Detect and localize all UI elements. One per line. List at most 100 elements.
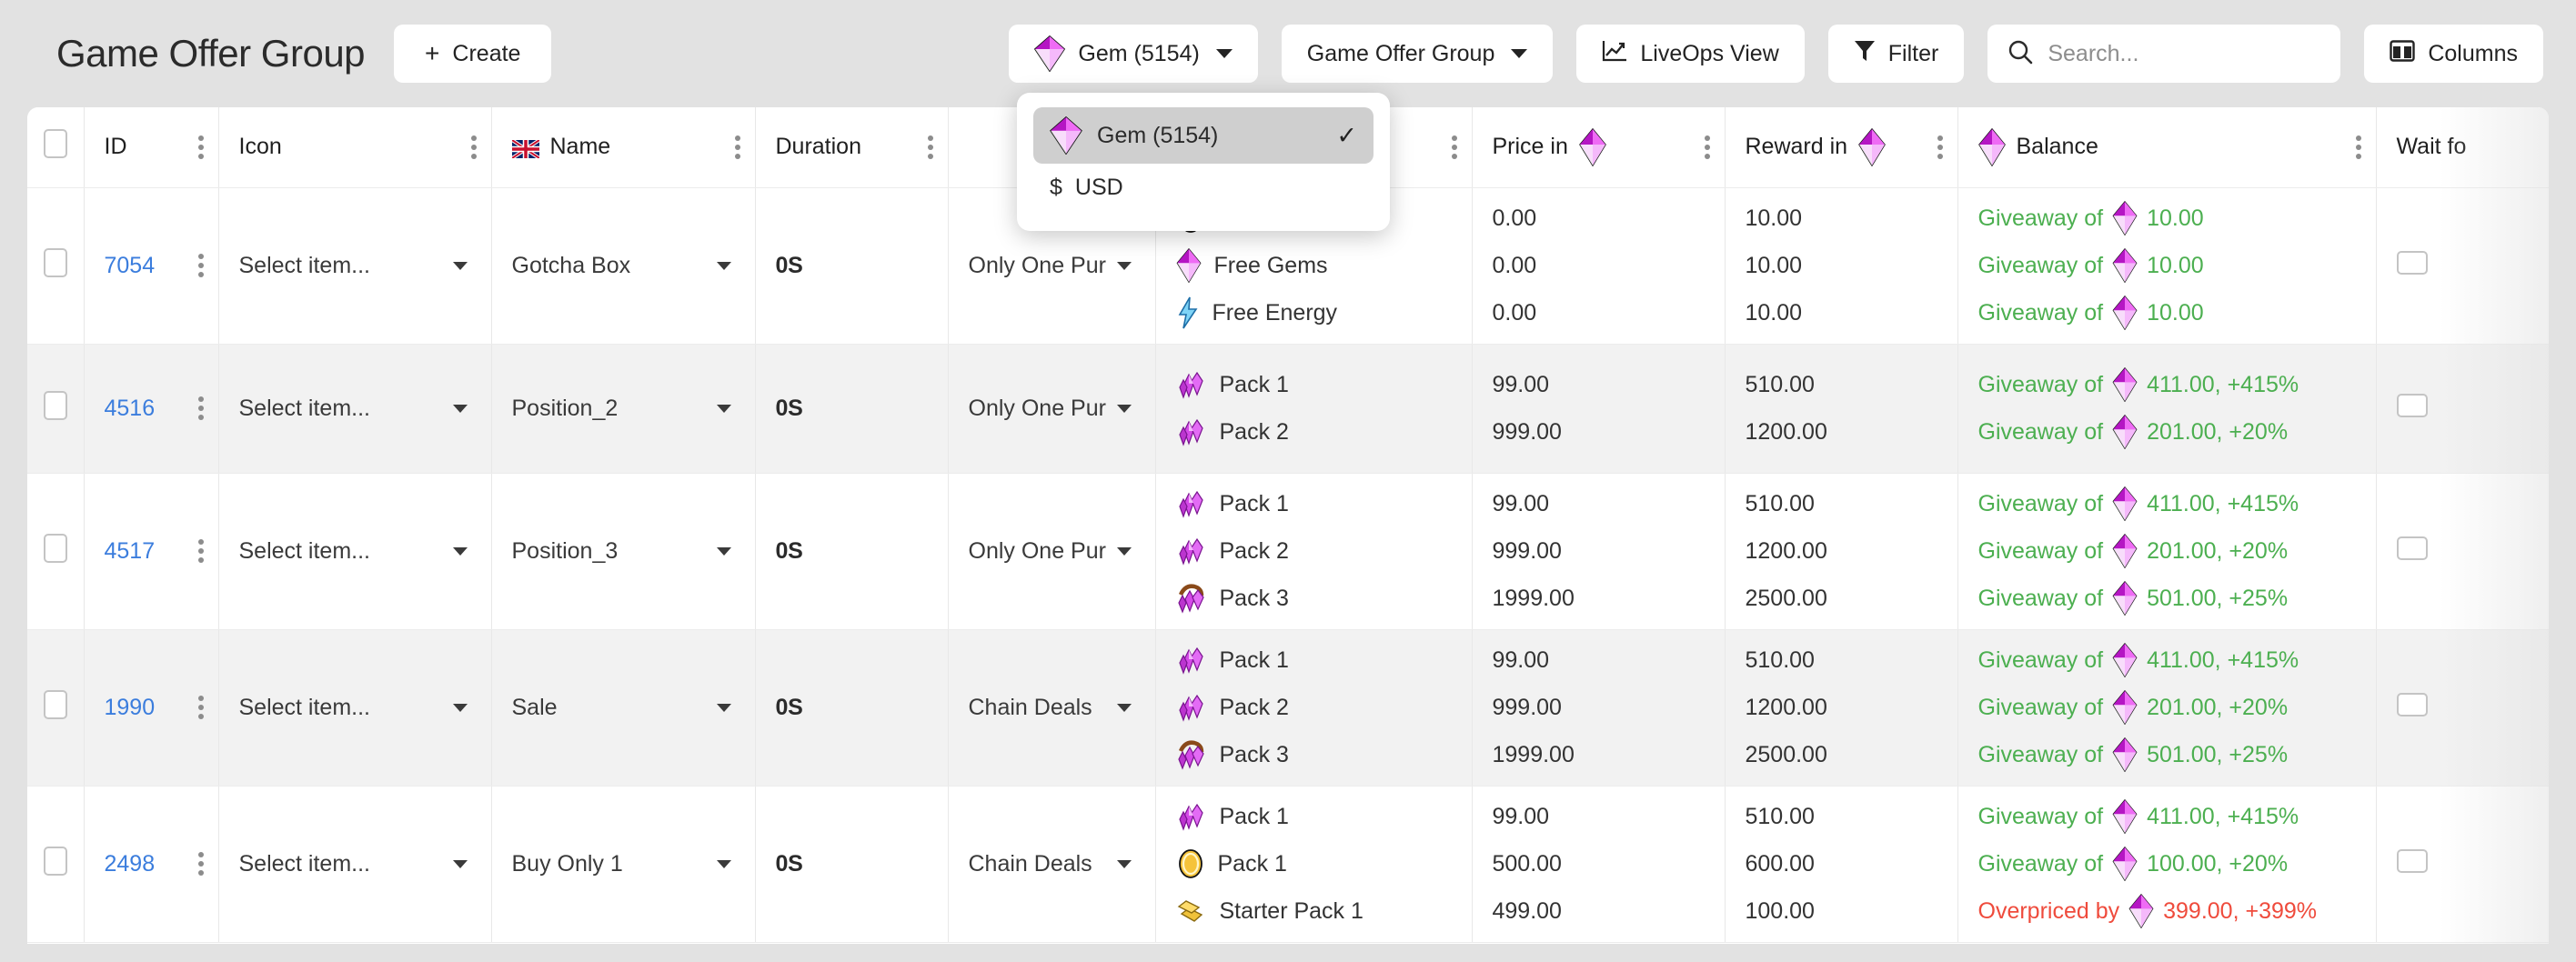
row-id-cell[interactable]: 1990 <box>84 629 219 787</box>
column-menu-icon[interactable] <box>1451 135 1457 159</box>
row-checkbox[interactable] <box>44 390 67 420</box>
wait-for-checkbox[interactable] <box>2396 393 2428 417</box>
column-menu-icon[interactable] <box>197 135 204 159</box>
icon-select[interactable]: Select item... <box>239 695 471 721</box>
search-input[interactable] <box>2048 40 2321 67</box>
column-menu-icon[interactable] <box>1937 135 1943 159</box>
row-name-cell[interactable]: Position_2 <box>491 344 756 474</box>
row-id-link[interactable]: 4516 <box>105 396 156 421</box>
row-wait-for-cell[interactable] <box>2376 473 2549 630</box>
row-select-cell[interactable] <box>27 786 85 943</box>
row-icon-cell[interactable]: Select item... <box>218 786 492 943</box>
icon-select[interactable]: Select item... <box>239 538 471 565</box>
liveops-view-button[interactable]: LiveOps View <box>1576 25 1805 83</box>
row-name-cell[interactable]: Sale <box>491 629 756 787</box>
row-select-cell[interactable] <box>27 629 85 787</box>
column-menu-icon[interactable] <box>927 135 933 159</box>
row-checkbox[interactable] <box>44 247 67 277</box>
item-price: 1999.00 <box>1492 741 1575 767</box>
name-select[interactable]: Sale <box>512 695 735 721</box>
columns-button[interactable]: Columns <box>2364 25 2543 83</box>
gem-icon <box>2112 248 2138 283</box>
name-select[interactable]: Position_3 <box>512 538 735 565</box>
row-icon-cell[interactable]: Select item... <box>218 629 492 787</box>
table-row[interactable]: 4517 Select item... Position_3 0S Only One P… <box>27 473 2549 630</box>
gem-pack-icon <box>1176 536 1207 566</box>
name-select[interactable]: Buy Only 1 <box>512 851 735 877</box>
column-menu-icon[interactable] <box>2355 135 2361 159</box>
row-menu-icon[interactable] <box>197 539 204 563</box>
wait-for-checkbox[interactable] <box>2396 848 2428 873</box>
row-id-cell[interactable]: 2498 <box>84 786 219 943</box>
row-duration-cell: 0S <box>755 473 949 630</box>
row-icon-cell[interactable]: Select item... <box>218 473 492 630</box>
search-box[interactable] <box>1987 25 2341 83</box>
item-balance: Giveaway of 10.00 <box>1978 242 2356 289</box>
row-id-cell[interactable]: 7054 <box>84 187 219 345</box>
row-icon-cell[interactable]: Select item... <box>218 344 492 474</box>
row-type-cell[interactable]: Only One Pur <box>948 344 1156 474</box>
row-type-cell[interactable]: Chain Deals <box>948 786 1156 943</box>
row-wait-for-cell[interactable] <box>2376 629 2549 787</box>
item-balance: Giveaway of 100.00, +20% <box>1978 840 2356 887</box>
group-selector-button[interactable]: Game Offer Group <box>1281 25 1554 83</box>
row-name-cell[interactable]: Position_3 <box>491 473 756 630</box>
row-id-cell[interactable]: 4516 <box>84 344 219 474</box>
column-menu-icon[interactable] <box>470 135 477 159</box>
currency-option-gem[interactable]: Gem (5154) ✓ <box>1033 107 1374 164</box>
row-checkbox[interactable] <box>44 846 67 876</box>
wait-for-checkbox[interactable] <box>2396 536 2428 560</box>
row-id-link[interactable]: 1990 <box>105 695 156 720</box>
icon-select[interactable]: Select item... <box>239 851 471 877</box>
create-button[interactable]: + Create <box>394 25 552 83</box>
wait-for-checkbox[interactable] <box>2396 250 2428 275</box>
row-type-cell[interactable]: Only One Pur <box>948 473 1156 630</box>
currency-selector-button[interactable]: Gem (5154) <box>1009 25 1258 83</box>
icon-select[interactable]: Select item... <box>239 396 471 422</box>
row-select-cell[interactable] <box>27 187 85 345</box>
column-menu-icon[interactable] <box>1704 135 1710 159</box>
row-wait-for-cell[interactable] <box>2376 187 2549 345</box>
chart-line-icon <box>1602 39 1627 69</box>
row-menu-icon[interactable] <box>197 852 204 876</box>
name-select[interactable]: Position_2 <box>512 396 735 422</box>
table-row[interactable]: 1990 Select item... Sale 0S Chain Deals Pack … <box>27 629 2549 787</box>
type-select[interactable]: Only One Pur <box>969 396 1135 422</box>
currency-option-usd[interactable]: $ USD <box>1033 164 1374 211</box>
item-label: Pack 1 <box>1219 371 1289 397</box>
row-wait-for-cell[interactable] <box>2376 786 2549 943</box>
header-select-all[interactable] <box>27 107 85 188</box>
row-balance-cell: Giveaway of 411.00, +415% Giveaway of 201.0… <box>1957 473 2377 630</box>
row-menu-icon[interactable] <box>197 696 204 719</box>
row-id-cell[interactable]: 4517 <box>84 473 219 630</box>
row-reward-cell: 510.00 1200.00 2500.00 <box>1725 629 1958 787</box>
row-checkbox[interactable] <box>44 533 67 563</box>
row-id-link[interactable]: 2498 <box>105 851 156 877</box>
row-select-cell[interactable] <box>27 473 85 630</box>
row-id-link[interactable]: 4517 <box>105 538 156 564</box>
type-select[interactable]: Chain Deals <box>969 695 1135 721</box>
row-id-link[interactable]: 7054 <box>105 253 156 278</box>
wait-for-checkbox[interactable] <box>2396 692 2428 716</box>
type-select[interactable]: Chain Deals <box>969 851 1135 877</box>
row-checkbox[interactable] <box>44 689 67 719</box>
filter-button[interactable]: Filter <box>1827 25 1965 83</box>
column-menu-icon[interactable] <box>734 135 740 159</box>
row-type-cell[interactable]: Chain Deals <box>948 629 1156 787</box>
row-name-cell[interactable]: Buy Only 1 <box>491 786 756 943</box>
row-menu-icon[interactable] <box>197 254 204 277</box>
row-icon-cell[interactable]: Select item... <box>218 187 492 345</box>
chevron-down-icon <box>452 546 468 556</box>
row-wait-for-cell[interactable] <box>2376 344 2549 474</box>
row-menu-icon[interactable] <box>197 396 204 420</box>
balance-value: 201.00, +20% <box>2147 694 2289 720</box>
type-select[interactable]: Only One Pur <box>969 538 1135 565</box>
table-row[interactable]: 2498 Select item... Buy Only 1 0S Chain Deal… <box>27 786 2549 943</box>
row-name-cell[interactable]: Gotcha Box <box>491 187 756 345</box>
name-select[interactable]: Gotcha Box <box>512 253 735 279</box>
type-select[interactable]: Only One Pur <box>969 253 1135 279</box>
row-select-cell[interactable] <box>27 344 85 474</box>
icon-select[interactable]: Select item... <box>239 253 471 279</box>
table-row[interactable]: 4516 Select item... Position_2 0S Only One P… <box>27 344 2549 474</box>
select-all-checkbox[interactable] <box>44 129 67 159</box>
